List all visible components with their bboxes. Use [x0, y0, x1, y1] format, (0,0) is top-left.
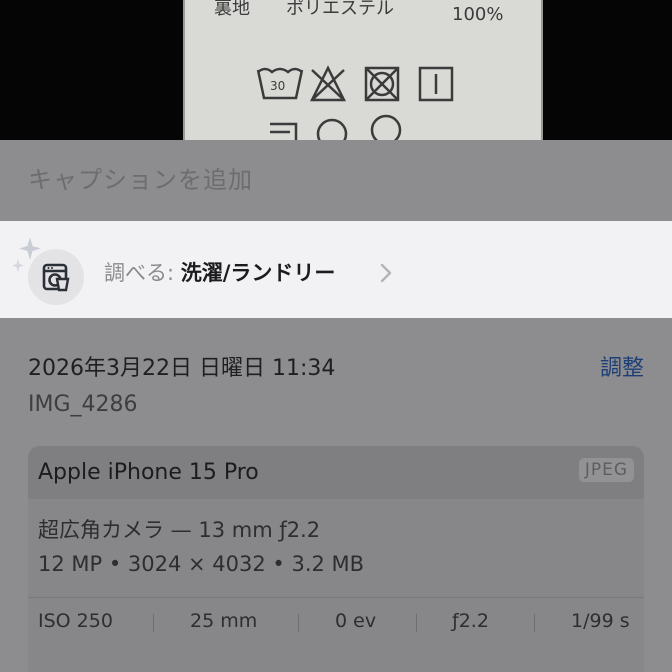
- device-name: Apple iPhone 15 Pro: [38, 460, 259, 485]
- camera-info-card: Apple iPhone 15 Pro JPEG 超広角カメラ — 13 mm …: [28, 446, 644, 672]
- tag-text-material: ポリエステル: [286, 0, 394, 19]
- adjust-date-button[interactable]: 調整: [600, 350, 644, 382]
- caption-input[interactable]: キャプションを追加: [28, 160, 253, 195]
- photo-date: 2026年3月22日 日曜日 11:34: [28, 356, 336, 381]
- image-specs: 12 MP • 3024 × 4032 • 3.2 MB: [38, 552, 365, 576]
- lens-info: 超広角カメラ — 13 mm ƒ2.2: [38, 518, 321, 542]
- photo-filename: IMG_4286: [28, 392, 138, 417]
- tag-text-percent: 100%: [452, 4, 503, 25]
- exif-row: ISO 250 25 mm 0 ev ƒ2.2 1/99 s: [28, 610, 644, 634]
- card-divider: [28, 597, 644, 598]
- tag-text-lining: 裏地: [214, 0, 250, 19]
- exif-separator: [298, 614, 299, 632]
- lookup-prefix: 調べる:: [104, 261, 181, 285]
- wash-temp-text: 30: [270, 79, 285, 93]
- laundry-icon: [42, 263, 70, 292]
- no-tumble-dry-icon: [364, 66, 400, 102]
- exif-separator: [416, 614, 417, 632]
- exif-iso: ISO 250: [38, 610, 113, 632]
- format-badge: JPEG: [578, 458, 634, 482]
- exif-separator: [534, 614, 535, 632]
- exif-aperture: ƒ2.2: [452, 610, 489, 632]
- chevron-right-icon: [380, 263, 392, 283]
- care-label-image: 裏地 ポリエステル 100% 30: [0, 0, 672, 140]
- photo-preview[interactable]: 裏地 ポリエステル 100% 30: [0, 0, 672, 140]
- lookup-label: 調べる: 洗濯/ランドリー: [104, 257, 335, 287]
- exif-shutter-speed: 1/99 s: [571, 610, 630, 632]
- lookup-subject: 洗濯/ランドリー: [180, 261, 336, 285]
- lookup-row[interactable]: 調べる: 洗濯/ランドリー: [0, 221, 672, 318]
- exif-separator: [153, 614, 154, 632]
- exif-focal-length: 25 mm: [190, 610, 258, 632]
- card-header: Apple iPhone 15 Pro JPEG: [28, 446, 644, 499]
- exif-exposure: 0 ev: [335, 610, 377, 632]
- photo-info-screen: 裏地 ポリエステル 100% 30 キャプションを追加 調べる: 洗濯/ランドリ…: [0, 0, 672, 672]
- lookup-icon-badge: [28, 249, 84, 305]
